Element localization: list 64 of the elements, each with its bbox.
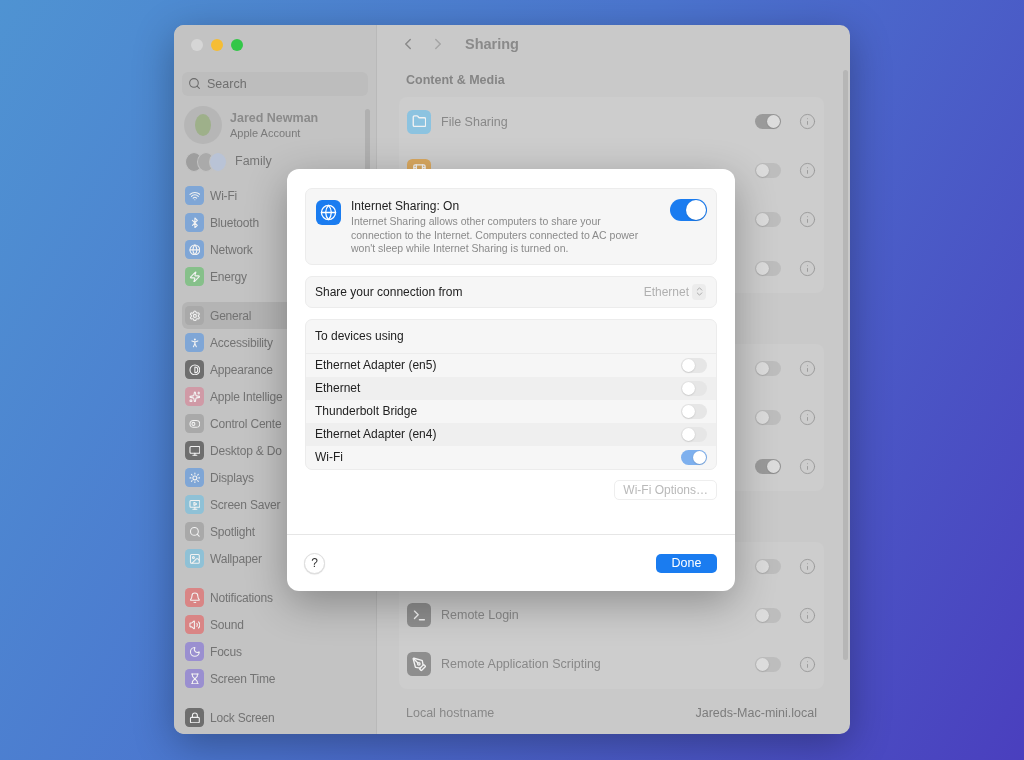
sidebar-item[interactable]: Notifications [182,584,368,611]
search-field[interactable]: Search [182,72,368,96]
search-icon [188,77,201,90]
device-label: Thunderbolt Bridge [315,404,418,418]
row-label: Remote Application Scripting [441,657,602,672]
device-label: Ethernet [315,381,361,395]
service-description: Internet Sharing allows other computers to share your connection to the Internet. Computers connected to AC power won't sleep while Internet Sharing is turned on. [351,215,640,256]
hostname-value: Jareds-Mac-mini.local [695,706,817,721]
toggle-switch[interactable] [755,163,781,179]
devices-title: To devices using [315,329,404,343]
page-title: Sharing [465,35,519,52]
device-label: Ethernet Adapter (en5) [315,358,437,372]
sidebar-item[interactable]: Focus [182,638,368,665]
toggle-switch[interactable] [681,426,707,442]
toggle-switch[interactable] [755,410,781,426]
source-popup[interactable]: Ethernet [643,283,706,300]
toggle-switch[interactable] [681,449,707,465]
info-icon[interactable] [799,557,816,575]
toggle-switch[interactable] [681,357,707,373]
help-button[interactable]: ? [304,552,325,574]
toggle-switch[interactable] [755,361,781,377]
done-button[interactable]: Done [656,553,717,573]
toggle-switch[interactable] [755,607,781,623]
sidebar-item[interactable]: Displays [182,464,368,491]
info-icon[interactable] [799,458,816,476]
account-subtitle: Apple Account [230,127,302,139]
info-icon[interactable] [799,113,816,131]
toggle-switch[interactable] [670,199,707,221]
info-icon[interactable] [799,162,816,180]
service-title: Internet Sharing: On [351,199,461,213]
stepper-icon [692,283,706,300]
source-label: Share your connection from [315,284,463,299]
family-avatars-icon [185,152,227,170]
family-label[interactable]: Family [235,154,272,168]
toggle-switch[interactable] [755,114,781,130]
account-name[interactable]: Jared Newman [230,111,319,125]
toggle-switch[interactable] [755,656,781,672]
device-label: Ethernet Adapter (en4) [315,427,437,441]
sidebar-item[interactable]: Screen Saver [182,491,368,518]
row-label: Remote Login [441,608,520,623]
sidebar-item[interactable]: Lock Screen [182,704,368,731]
zoom-button[interactable] [231,39,243,51]
info-icon[interactable] [799,260,816,278]
row-label: File Sharing [441,114,509,129]
info-icon[interactable] [799,655,816,673]
info-icon[interactable] [799,409,816,427]
section-title: Content & Media [405,71,506,89]
toggle-switch[interactable] [755,459,781,475]
globe-icon [316,200,341,225]
toggle-switch[interactable] [755,212,781,228]
sidebar-item[interactable]: Sound [182,611,368,638]
minimize-button[interactable] [211,39,223,51]
avatar[interactable] [184,106,222,144]
toggle-switch[interactable] [755,558,781,574]
info-icon[interactable] [799,606,816,624]
info-icon[interactable] [799,360,816,378]
sidebar-item[interactable]: Spotlight [182,518,368,545]
device-label: Wi-Fi [315,450,343,464]
toggle-switch[interactable] [681,380,707,396]
toggle-switch[interactable] [755,261,781,277]
toggle-switch[interactable] [681,403,707,419]
hostname-label: Local hostname [406,706,495,721]
sidebar-item[interactable]: Screen Time [182,665,368,692]
info-icon[interactable] [799,211,816,229]
